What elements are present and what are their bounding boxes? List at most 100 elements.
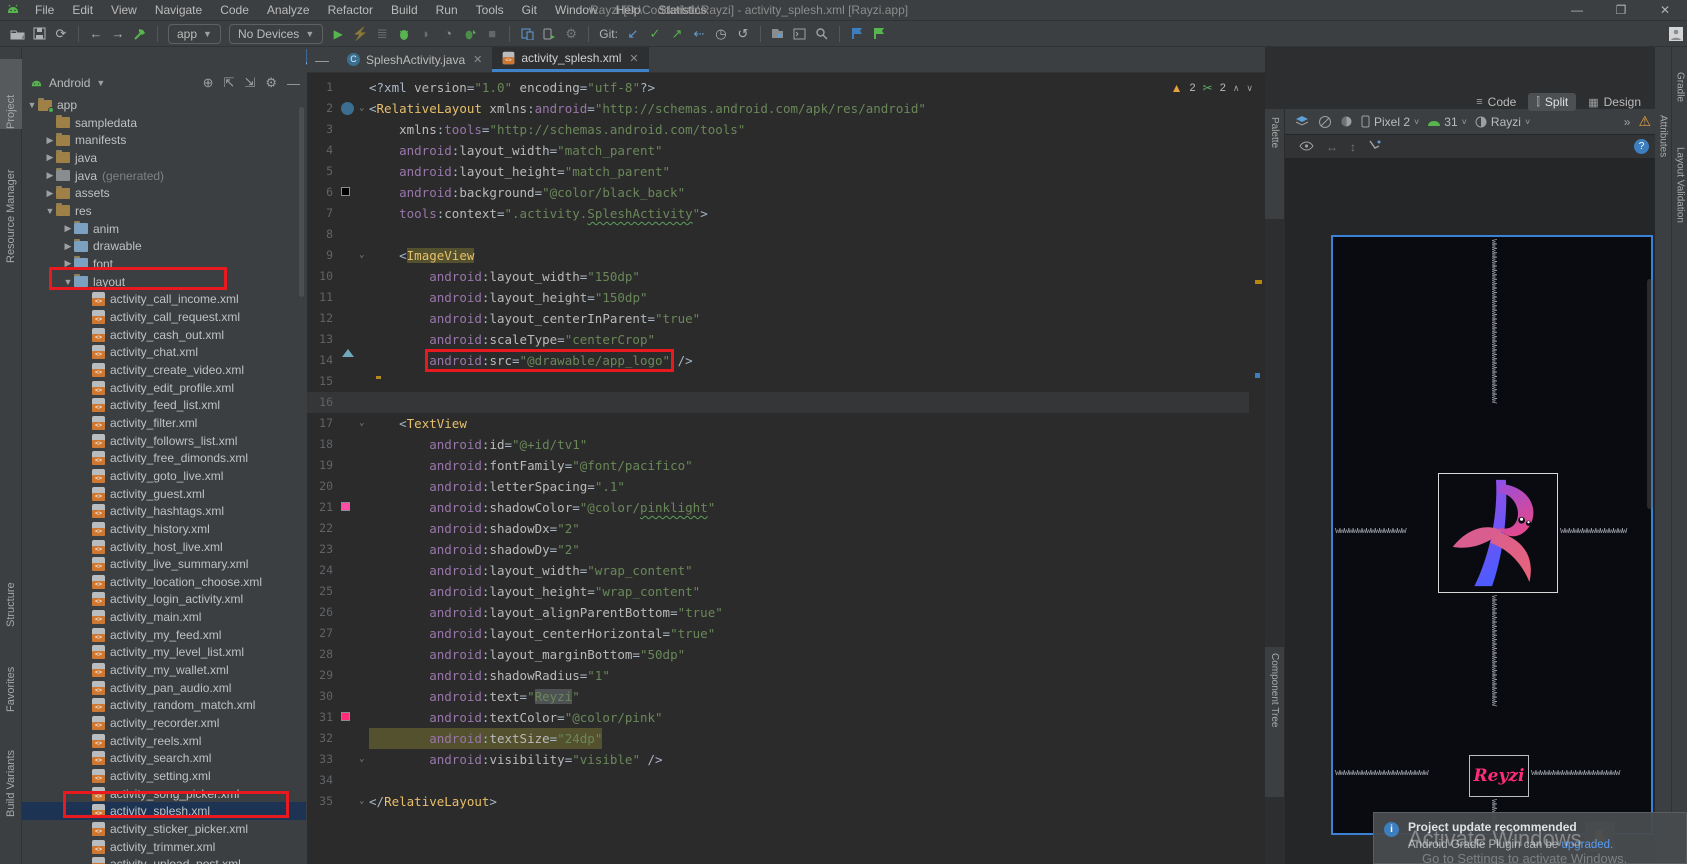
code-line-5[interactable]: 5 android:layout_height="match_parent" [307,161,1249,182]
tree-item-activity_followrs_list-xml[interactable]: activity_followrs_list.xml [22,432,306,450]
editor-panel[interactable]: — CSpleshActivity.java✕activity_splesh.x… [307,47,1265,864]
tree-expander-icon[interactable]: ▶ [62,258,74,269]
apply-changes-icon[interactable]: ⚡ [349,24,371,44]
tree-item-activity_create_video-xml[interactable]: activity_create_video.xml [22,361,306,379]
tree-item-java[interactable]: ▶java [22,149,306,167]
code-line-26[interactable]: 26 android:layout_alignParentBottom="tru… [307,602,1249,623]
git-history-icon[interactable]: ◷ [710,24,732,44]
mode-design-button[interactable]: ▦Design [1580,93,1649,111]
device-picker[interactable]: Pixel 2˅ [1361,115,1419,129]
code-line-3[interactable]: 3 xmlns:tools="http://schemas.android.co… [307,119,1249,140]
theme-picker[interactable]: Rayzi˅ [1475,115,1530,129]
design-surface-select-icon[interactable] [1295,115,1310,128]
menu-navigate[interactable]: Navigate [146,3,211,17]
run-icon[interactable]: ▶ [327,24,349,44]
code-line-14[interactable]: 14 android:src="@drawable/app_logo" /> [307,350,1249,371]
save-icon[interactable] [28,24,50,44]
error-stripe-info-mark[interactable] [1255,373,1260,378]
tree-item-font[interactable]: ▶font [22,255,306,273]
code-line-1[interactable]: 1<?xml version="1.0" encoding="utf-8"?> [307,77,1249,98]
menu-build[interactable]: Build [382,3,427,17]
upgrade-link[interactable]: upgraded. [1561,839,1613,851]
app-logo-preview[interactable] [1438,473,1558,593]
tool-window-structure[interactable]: Structure [0,557,22,627]
code-line-28[interactable]: 28 android:layout_marginBottom="50dp" [307,644,1249,665]
tree-item-anim[interactable]: ▶anim [22,220,306,238]
code-line-13[interactable]: 13 android:scaleType="centerCrop" [307,329,1249,350]
tree-item-sampledata[interactable]: sampledata [22,114,306,132]
code-line-25[interactable]: 25 android:layout_height="wrap_content" [307,581,1249,602]
tree-item-activity_filter-xml[interactable]: activity_filter.xml [22,414,306,432]
sdk-manager-icon[interactable]: ⚙ [560,24,582,44]
tool-window-gradle[interactable]: Gradle [1672,72,1687,142]
tree-item-java[interactable]: ▶java(generated) [22,167,306,185]
coverage-icon[interactable]: ◗ [415,24,437,44]
sync-project-gradle-icon[interactable] [538,24,560,44]
code-line-15[interactable]: 15 [307,371,1249,392]
code-line-12[interactable]: 12 android:layout_centerInParent="true" [307,308,1249,329]
expand-all-icon[interactable]: ⇲ [244,75,255,91]
code-line-18[interactable]: 18 android:id="@+id/tv1" [307,434,1249,455]
api-level-picker[interactable]: 31˅ [1427,115,1467,129]
tree-expander-icon[interactable]: ▶ [44,135,56,146]
tree-item-activity_host_live-xml[interactable]: activity_host_live.xml [22,538,306,556]
settings-gear-icon[interactable]: ⚙ [265,75,277,91]
debug-icon[interactable] [393,24,415,44]
code-line-30[interactable]: 30 android:text="Reyzi" [307,686,1249,707]
view-options-eye-icon[interactable] [1299,140,1314,154]
preview-textview[interactable]: Reyzi [1469,755,1529,797]
tree-item-activity_sticker_picker-xml[interactable]: activity_sticker_picker.xml [22,820,306,838]
tree-expander-icon[interactable]: ▶ [44,188,56,199]
tree-item-assets[interactable]: ▶assets [22,184,306,202]
night-mode-icon[interactable] [1340,115,1353,128]
locate-file-icon[interactable]: ⊕ [203,75,214,91]
code-line-6[interactable]: 6 android:background="@color/black_back" [307,182,1249,203]
tool-window-resource-manager[interactable]: Resource Manager [0,143,22,263]
menu-view[interactable]: View [102,3,146,17]
tool-window-build-variants[interactable]: Build Variants [0,727,22,817]
collapse-all-icon[interactable]: ⇱ [224,75,235,91]
tool-window-layout-validation[interactable]: Layout Validation [1672,147,1687,257]
code-line-2[interactable]: 2⌄<RelativeLayout xmlns:android="http://… [307,98,1249,119]
code-line-21[interactable]: 21 android:shadowColor="@color/pinklight… [307,497,1249,518]
help-icon[interactable]: ? [1634,139,1649,154]
tree-item-activity_setting-xml[interactable]: activity_setting.xml [22,767,306,785]
tree-expander-icon[interactable]: ▼ [62,277,74,287]
restore-button[interactable]: ❐ [1599,0,1643,21]
editor-tab-activity_splesh.xml[interactable]: activity_splesh.xml✕ [492,47,648,72]
tree-item-activity_song_picker-xml[interactable]: activity_song_picker.xml [22,785,306,803]
tree-expander-icon[interactable]: ▶ [62,223,74,234]
search-everywhere-icon[interactable] [811,24,833,44]
close-button[interactable]: ✕ [1643,0,1687,21]
tree-item-layout[interactable]: ▼layout [22,273,306,291]
tree-item-activity_pan_audio-xml[interactable]: activity_pan_audio.xml [22,679,306,697]
tree-item-app[interactable]: ▼app [22,96,306,114]
tree-expander-icon[interactable]: ▼ [26,100,38,110]
code-line-35[interactable]: 35⌄</RelativeLayout> [307,791,1249,812]
device-select[interactable]: No Devices▼ [229,24,323,44]
toolbar-overflow-icon[interactable]: » [1624,115,1631,129]
tree-item-activity_call_income-xml[interactable]: activity_call_income.xml [22,290,306,308]
attributes-tab[interactable]: Attributes [1655,115,1671,195]
code-line-7[interactable]: 7 tools:context=".activity.SpleshActivit… [307,203,1249,224]
code-line-9[interactable]: 9⌄ <ImageView [307,245,1249,266]
tree-item-activity_chat-xml[interactable]: activity_chat.xml [22,343,306,361]
tree-item-activity_upload_post-xml[interactable]: activity_upload_post.xml [22,855,306,864]
close-tab-icon[interactable]: ✕ [629,52,638,65]
code-line-23[interactable]: 23 android:shadowDy="2" [307,539,1249,560]
minimize-button[interactable]: — [1555,0,1599,21]
code-line-10[interactable]: 10 android:layout_width="150dp" [307,266,1249,287]
code-line-32[interactable]: 32 android:textSize="24dp" [307,728,1249,749]
tree-item-activity_my_feed-xml[interactable]: activity_my_feed.xml [22,626,306,644]
code-line-24[interactable]: 24 android:layout_width="wrap_content" [307,560,1249,581]
code-line-27[interactable]: 27 android:layout_centerHorizontal="true… [307,623,1249,644]
code-line-16[interactable]: 16 [307,392,1249,413]
code-area[interactable]: 1<?xml version="1.0" encoding="utf-8"?>2… [307,73,1249,864]
tree-item-activity_live_summary-xml[interactable]: activity_live_summary.xml [22,555,306,573]
menu-refactor[interactable]: Refactor [319,3,382,17]
git-push-icon[interactable]: ↗ [666,24,688,44]
git-rollback-icon[interactable]: ⇠ [688,24,710,44]
tree-item-activity_guest-xml[interactable]: activity_guest.xml [22,485,306,503]
close-tab-icon[interactable]: ✕ [473,53,482,66]
tree-item-activity_call_request-xml[interactable]: activity_call_request.xml [22,308,306,326]
